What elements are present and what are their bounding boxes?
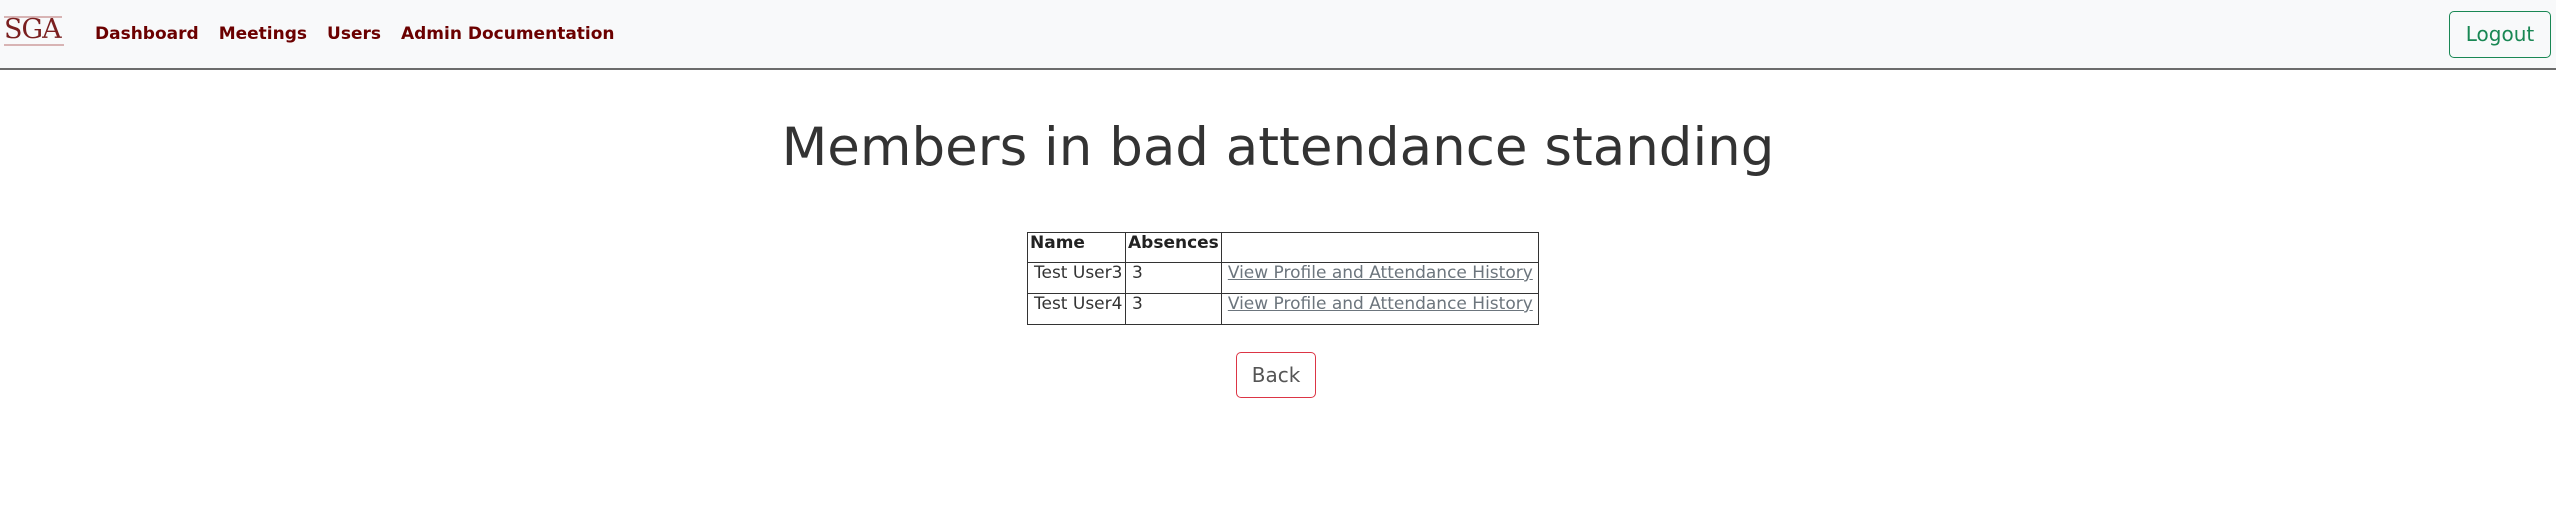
table-row: Test User4 3 View Profile and Attendance… (1027, 293, 1539, 325)
cell-absences: 3 (1125, 293, 1222, 325)
cell-name: Test User3 (1027, 262, 1126, 294)
view-profile-link[interactable]: View Profile and Attendance History (1228, 294, 1533, 314)
logout-button[interactable]: Logout (2449, 11, 2551, 58)
logo-decoration-bottom (4, 44, 64, 46)
nav-link-dashboard[interactable]: Dashboard (95, 22, 199, 46)
sga-logo[interactable]: SGA (4, 12, 64, 48)
cell-absences: 3 (1125, 262, 1222, 294)
table-row: Test User3 3 View Profile and Attendance… (1027, 262, 1539, 294)
page-title: Members in bad attendance standing (781, 117, 1775, 178)
top-navbar: SGA Dashboard Meetings Users Admin Docum… (0, 0, 2556, 70)
view-profile-link[interactable]: View Profile and Attendance History (1228, 263, 1533, 283)
back-button[interactable]: Back (1236, 352, 1316, 398)
cell-name: Test User4 (1027, 293, 1126, 325)
column-header-absences: Absences (1125, 232, 1222, 263)
nav-links: Dashboard Meetings Users Admin Documenta… (95, 22, 615, 46)
attendance-table: Name Absences Test User3 3 View Profile … (1027, 232, 1539, 325)
column-header-name: Name (1027, 232, 1126, 263)
table-header-row: Name Absences (1027, 232, 1539, 263)
column-header-actions (1220, 232, 1539, 263)
nav-link-admin-documentation[interactable]: Admin Documentation (401, 22, 615, 46)
cell-actions: View Profile and Attendance History (1220, 262, 1539, 294)
nav-link-users[interactable]: Users (327, 22, 381, 46)
cell-actions: View Profile and Attendance History (1220, 293, 1539, 325)
nav-link-meetings[interactable]: Meetings (219, 22, 307, 46)
